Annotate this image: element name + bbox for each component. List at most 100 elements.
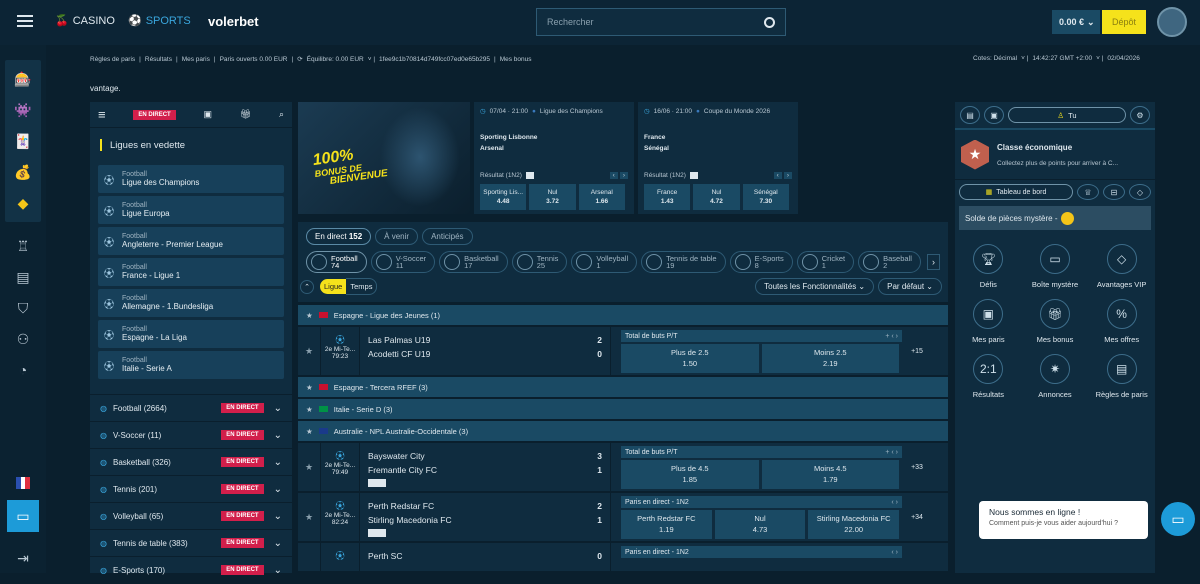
clipboard-icon[interactable]: ▤ [960,106,980,124]
featured-league-item[interactable]: ⚽︎ Football Ligue des Champions [98,165,284,193]
volerbet-logo[interactable]: volerbet [208,14,259,29]
featured-league-item[interactable]: ⚽︎ Football Ligue Europa [98,196,284,224]
sport-tab[interactable]: Tennis 25 [511,251,568,273]
league-header[interactable]: ★ Espagne - Ligue des Jeunes (1) [298,305,948,325]
casino-link[interactable]: 🍒 CASINO [55,14,115,28]
list-icon[interactable]: ≡ [98,107,106,122]
rules-menu-item[interactable]: ▤ Règles de paris [1092,354,1152,399]
my-bonus-link[interactable]: Mes bonus [500,56,532,63]
odds-button[interactable]: Sénégal 7.30 [742,184,789,211]
market-nav[interactable]: ‹ › [891,499,898,506]
sport-tab[interactable]: Basketball 17 [439,251,508,273]
sport-item[interactable]: ◍ Basketball (326) EN DIRECT ⌄ [90,449,292,476]
diamond-icon[interactable]: ◆ [9,189,37,217]
chevron-down-icon[interactable]: ⌄ [274,403,282,414]
more-markets[interactable]: +15 [902,327,932,375]
sport-item[interactable]: ◍ Football (2664) EN DIRECT ⌄ [90,395,292,422]
featured-league-item[interactable]: ⚽︎ Football Italie - Serie A [98,351,284,379]
user-profile-button[interactable]: ♙ Tu [1008,107,1126,123]
betslip-icon[interactable]: ▣ [203,109,212,120]
avatar[interactable] [1157,7,1187,37]
anticipated-filter[interactable]: Anticipés [422,228,473,245]
features-dropdown[interactable]: Toutes les Fonctionnalités ⌄ [755,278,875,295]
odds-button[interactable]: France 1.43 [644,184,691,211]
chevron-down-icon[interactable]: ⌄ [274,565,282,576]
market-nav[interactable]: + ‹ › [885,333,898,340]
sport-tab[interactable]: Tennis de table 19 [641,251,726,273]
star-icon[interactable]: ★ [306,383,313,392]
stream-icons[interactable] [368,529,386,537]
odds-button[interactable]: Moins 2.5 2.19 [761,344,899,373]
group-by-league[interactable]: Ligue [320,279,347,294]
box-menu-item[interactable]: ▭ Boîte mystère [1025,244,1085,289]
more-markets[interactable]: +34 [902,493,932,541]
score-menu-item[interactable]: 2:1 Résultats [958,354,1018,399]
results-link[interactable]: Résultats [145,56,172,63]
sport-item[interactable]: ◍ Tennis de table (383) EN DIRECT ⌄ [90,530,292,557]
megaphone-menu-item[interactable]: ✷ Annonces [1025,354,1085,399]
featured-league-item[interactable]: ⚽︎ Football Angleterre - Premier League [98,227,284,255]
odds-button[interactable]: Stirling Macedonia FC 22.00 [808,510,900,539]
group-by-time[interactable]: Temps [346,278,378,295]
featured-league-item[interactable]: ⚽︎ Football Espagne - La Liga [98,320,284,348]
shield-icon[interactable]: ⛉ [9,294,37,322]
upcoming-filter[interactable]: À venir [375,228,419,245]
diamond-icon[interactable]: ◇ [1129,184,1151,200]
ticket-menu-item[interactable]: ▣ Mes paris [958,299,1018,344]
stats-icon[interactable] [689,172,698,179]
odds-format-select[interactable]: Cotes: Décimal [973,55,1017,62]
search-icon[interactable]: ⌕ [279,109,284,120]
refresh-icon[interactable]: ⟳ [297,55,302,63]
odds-button[interactable]: Perth Redstar FC 1.19 [621,510,712,539]
prev-arrow[interactable]: ‹ [609,172,618,179]
cards-icon[interactable]: 🃏 [9,127,37,155]
odds-button[interactable]: Arsenal 1.66 [578,184,625,211]
featured-league-item[interactable]: ⚽︎ Football France - Ligue 1 [98,258,284,286]
league-header[interactable]: ★ Italie - Serie D (3) [298,399,948,419]
odds-button[interactable]: Plus de 2.5 1.50 [621,344,759,373]
prev-arrow[interactable]: ‹ [773,172,782,179]
trophy-icon[interactable]: ♖ [9,232,37,260]
document-icon[interactable]: ▤ [9,263,37,291]
league-header[interactable]: ★ Australie - NPL Australie-Occidentale (… [298,421,948,441]
next-arrow[interactable]: › [783,172,792,179]
percent-menu-item[interactable]: % Mes offres [1092,299,1152,344]
match-row[interactable]: ★ ⚽︎ 2e Mi-Te... 82:24 Perth Redstar FC 2 St… [298,493,948,543]
slots-icon[interactable]: 🎰 [9,65,37,93]
sport-item[interactable]: ◍ V-Soccer (11) EN DIRECT ⌄ [90,422,292,449]
more-markets[interactable]: +33 [902,443,932,491]
speedometer-icon[interactable]: ◔ [9,356,37,384]
gift-icon[interactable]: 🎁︎ [240,109,251,120]
chevron-down-icon[interactable]: ⌄ [274,511,282,522]
arcade-icon[interactable]: 👾 [9,96,37,124]
collapse-icon[interactable]: ⌃ [300,279,314,294]
odds-button[interactable]: Nul 3.72 [529,184,576,211]
odds-button[interactable]: Nul 4.73 [714,510,806,539]
time-display[interactable]: 14:42:27 GMT +2:00 [1032,55,1092,62]
sport-tab[interactable]: Volleyball 1 [571,251,638,273]
balance-dropdown[interactable]: 0.00 € ⌄ [1052,10,1100,34]
betslip-icon[interactable]: ▣ [984,106,1004,124]
stream-icons[interactable] [368,479,386,487]
favorite-star-icon[interactable]: ★ [298,493,320,541]
dashboard-button[interactable]: ▦ Tableau de bord [959,184,1073,200]
league-header[interactable]: ★ Espagne - Tercera RFEF (3) [298,377,948,397]
welcome-bonus-banner[interactable]: 100% BONUS DE BIENVENUE [298,102,470,214]
odds-button[interactable]: Nul 4.72 [693,184,740,211]
favorite-star-icon[interactable]: ★ [298,327,320,375]
chat-button[interactable]: ▭ [1161,502,1195,536]
market-nav[interactable]: ‹ › [891,549,898,556]
chat-popup[interactable]: Nous sommes en ligne ! Comment puis-je v… [979,501,1148,539]
market-nav[interactable]: + ‹ › [885,449,898,456]
search-input[interactable]: Rechercher [536,8,786,36]
favorite-star-icon[interactable]: ★ [298,443,320,491]
odds-button[interactable]: Moins 4.5 1.79 [761,460,899,489]
sport-item[interactable]: ◍ Volleyball (65) EN DIRECT ⌄ [90,503,292,530]
sports-link[interactable]: ⚽ SPORTS [128,14,191,28]
box-icon[interactable]: ⊟ [1103,184,1125,200]
sport-tab[interactable]: Baseball 2 [858,251,921,273]
trophy-menu-item[interactable]: 🏆︎ Défis [958,244,1018,289]
vip-level-card[interactable]: ★ Classe économique Collectez plus de po… [955,130,1155,180]
star-icon[interactable]: ★ [306,427,313,436]
search-icon[interactable] [764,16,775,28]
